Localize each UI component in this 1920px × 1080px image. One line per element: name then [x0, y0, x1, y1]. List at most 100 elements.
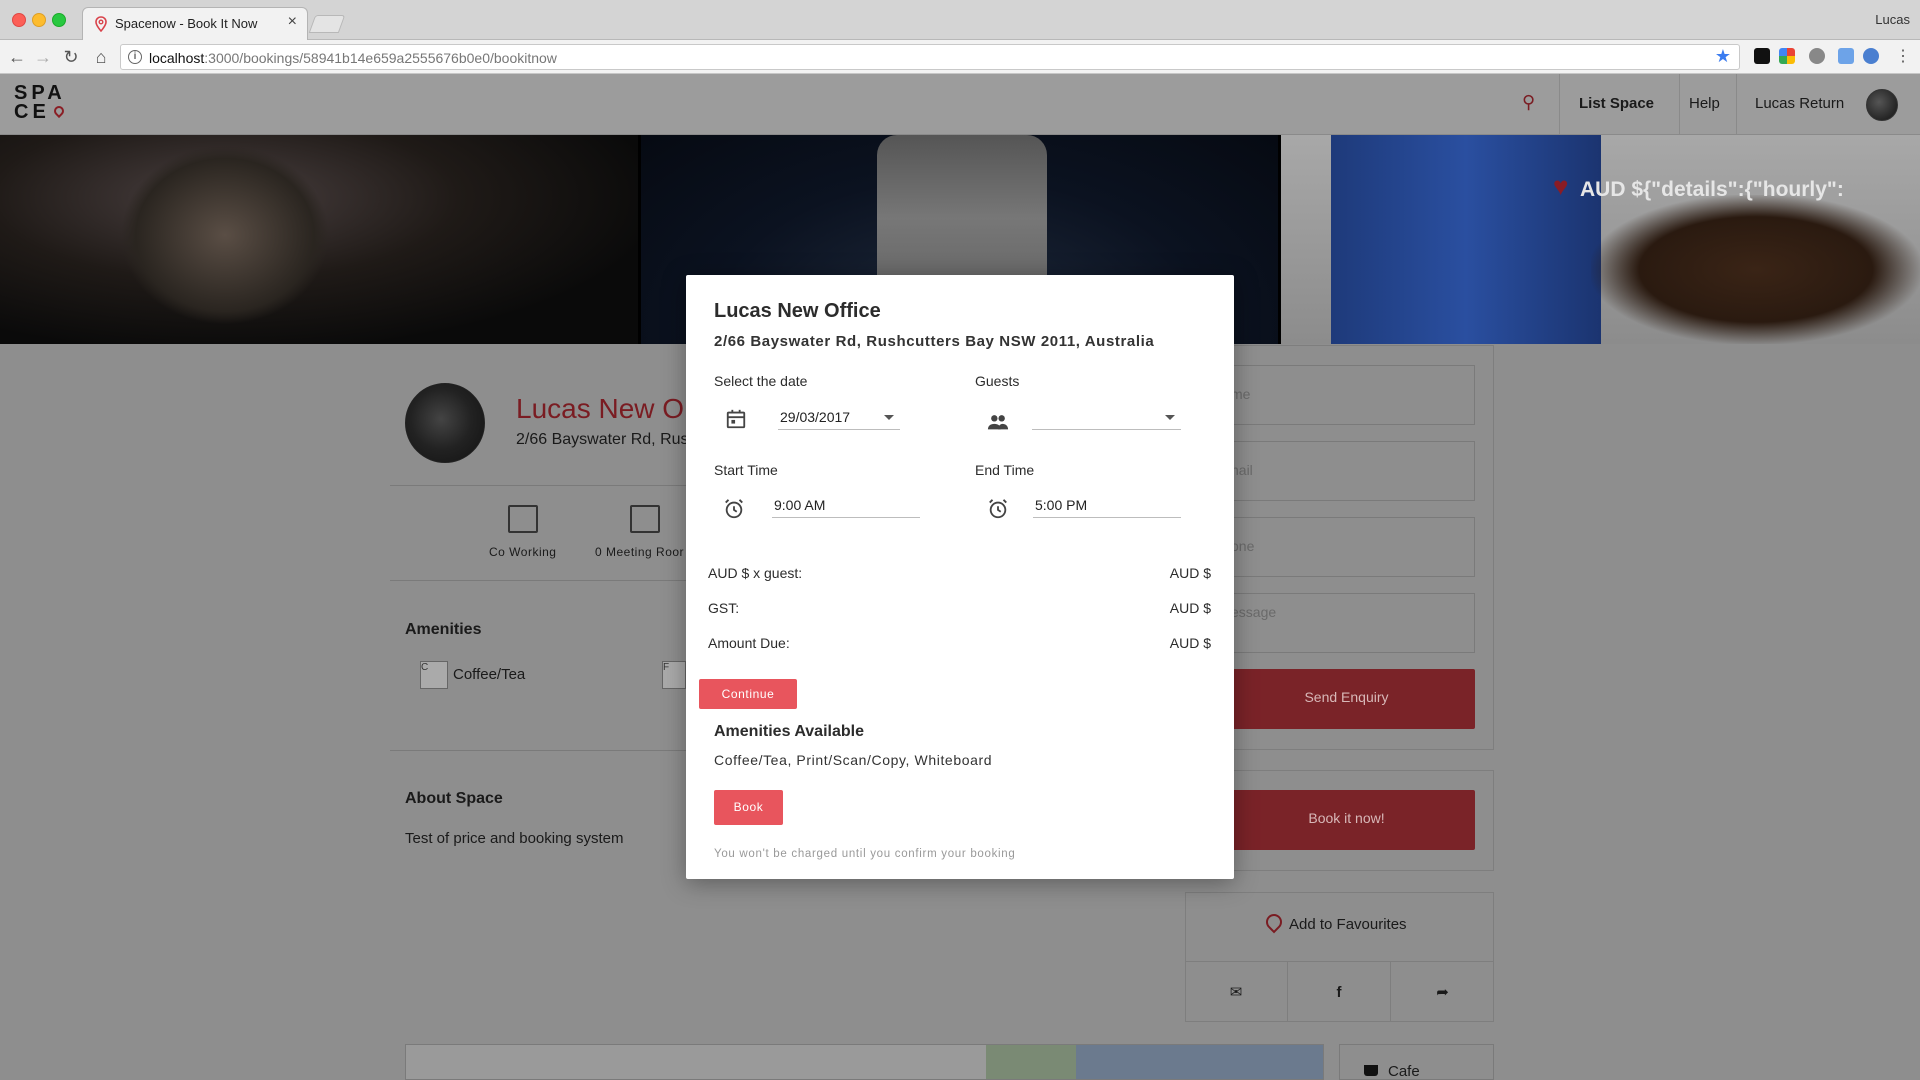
- extension-icon-3[interactable]: [1809, 48, 1825, 64]
- booking-note: You won't be charged until you confirm y…: [714, 848, 1016, 860]
- amenities-available-list: Coffee/Tea, Print/Scan/Copy, Whiteboard: [714, 752, 993, 768]
- reload-icon[interactable]: ↻: [60, 46, 82, 68]
- message-placeholder: essage: [1231, 604, 1277, 620]
- end-time-value: 5:00 PM: [1035, 497, 1088, 513]
- divider: [390, 580, 690, 581]
- header-divider: [1559, 74, 1560, 135]
- maximize-window-button[interactable]: [52, 13, 66, 27]
- back-arrow-icon[interactable]: ←: [6, 46, 28, 68]
- user-avatar[interactable]: [1866, 89, 1898, 121]
- end-time-label: End Time: [975, 462, 1035, 478]
- guests-select[interactable]: [1032, 406, 1181, 430]
- booking-modal: Lucas New Office 2/66 Bayswater Rd, Rush…: [686, 275, 1234, 879]
- browser-titlebar: Spacenow - Book It Now × Lucas: [0, 0, 1920, 40]
- url-host: localhost: [149, 50, 205, 66]
- email-placeholder: nail: [1231, 462, 1253, 478]
- browser-profile-name[interactable]: Lucas: [1875, 12, 1910, 27]
- location-map[interactable]: [405, 1044, 1324, 1080]
- extension-icon-5[interactable]: [1863, 48, 1879, 64]
- gst-row-value: AUD $: [1169, 600, 1211, 616]
- search-icon[interactable]: ⚲: [1522, 92, 1535, 113]
- user-menu-link[interactable]: Lucas Return: [1755, 95, 1844, 112]
- forward-arrow-icon[interactable]: →: [32, 46, 54, 68]
- site-info-icon[interactable]: i: [128, 50, 142, 64]
- continue-button[interactable]: Continue: [699, 679, 797, 709]
- host-avatar: [405, 383, 485, 463]
- cafe-label: Cafe: [1388, 1063, 1420, 1080]
- start-time-input[interactable]: 9:00 AM: [772, 494, 920, 518]
- gst-row: GST: AUD $: [708, 600, 1211, 616]
- start-time-value: 9:00 AM: [774, 497, 826, 513]
- message-field[interactable]: essage: [1218, 593, 1475, 653]
- heart-icon: ♥: [1553, 171, 1569, 201]
- divider: [390, 485, 690, 486]
- close-window-button[interactable]: [12, 13, 26, 27]
- guests-label: Guests: [975, 373, 1020, 389]
- extension-icon-1[interactable]: [1754, 48, 1770, 64]
- listing-title: Lucas New O: [516, 393, 685, 424]
- phone-field[interactable]: one: [1218, 517, 1475, 577]
- header-divider: [1679, 74, 1680, 135]
- site-header: SPA CE ⚲ List Space Help Lucas Return: [0, 74, 1920, 135]
- help-link[interactable]: Help: [1689, 95, 1720, 112]
- address-bar[interactable]: i localhost:3000/bookings/58941b14e659a2…: [120, 44, 1740, 70]
- tab-title: Spacenow - Book It Now: [115, 16, 258, 31]
- hero-image-3-beans: [1591, 195, 1920, 344]
- spacenow-logo[interactable]: SPA CE: [14, 83, 69, 126]
- modal-title: Lucas New Office: [714, 300, 881, 322]
- new-tab-button[interactable]: [308, 15, 346, 33]
- date-value: 29/03/2017: [780, 409, 851, 425]
- facebook-share-icon[interactable]: f: [1288, 961, 1391, 1022]
- alarm-clock-icon[interactable]: [723, 498, 745, 520]
- calendar-icon[interactable]: [725, 408, 747, 430]
- add-to-favourites-button[interactable]: Add to Favourites: [1289, 916, 1407, 933]
- date-label: Select the date: [714, 373, 808, 389]
- amenities-available-heading: Amenities Available: [714, 723, 864, 740]
- gst-row-label: GST:: [708, 600, 740, 616]
- extension-icon-2[interactable]: [1779, 48, 1795, 64]
- alarm-clock-icon[interactable]: [987, 498, 1009, 520]
- date-picker[interactable]: 29/03/2017: [778, 406, 900, 430]
- modal-address: 2/66 Bayswater Rd, Rushcutters Bay NSW 2…: [714, 333, 1155, 350]
- space-type-label: 0 Meeting Roor: [595, 545, 685, 559]
- browser-toolbar: ← → ↻ ⌂ i localhost:3000/bookings/58941b…: [0, 40, 1920, 74]
- email-field[interactable]: nail: [1218, 441, 1475, 501]
- book-it-now-button[interactable]: Book it now!: [1218, 790, 1475, 850]
- book-button[interactable]: Book: [714, 790, 783, 825]
- price-row-value: AUD $: [1169, 565, 1211, 581]
- end-time-input[interactable]: 5:00 PM: [1033, 494, 1181, 518]
- price-row-label: AUD $ x guest:: [708, 565, 803, 581]
- listing-address: 2/66 Bayswater Rd, Rus: [516, 431, 689, 448]
- tab-close-icon[interactable]: ×: [288, 13, 297, 31]
- chevron-down-icon: [884, 415, 894, 420]
- amenities-heading: Amenities: [405, 621, 482, 638]
- start-time-label: Start Time: [714, 462, 778, 478]
- chevron-down-icon: [1165, 415, 1175, 420]
- people-icon: [987, 415, 1009, 430]
- cafe-filter[interactable]: Cafe: [1339, 1044, 1494, 1080]
- about-text: Test of price and booking system: [405, 830, 624, 847]
- browser-menu-icon[interactable]: ⋮: [1892, 46, 1914, 68]
- url-path: :3000/bookings/58941b14e659a2555676b0e0/…: [204, 50, 557, 66]
- share-arrow-icon[interactable]: ➦: [1391, 961, 1494, 1022]
- send-enquiry-button[interactable]: Send Enquiry: [1218, 669, 1475, 729]
- browser-tab-active[interactable]: Spacenow - Book It Now ×: [82, 7, 308, 40]
- amenity-label: Coffee/Tea: [453, 666, 526, 683]
- hero-image-3-bag: [1331, 135, 1601, 344]
- location-pin-icon: [95, 16, 107, 32]
- amenity-image: F: [662, 661, 686, 689]
- coffee-cup-icon: [1364, 1065, 1378, 1076]
- extension-icon-4[interactable]: [1838, 48, 1854, 64]
- amount-due-value: AUD $: [1169, 635, 1211, 651]
- hero-image-3[interactable]: [1281, 135, 1920, 344]
- bookmark-star-icon[interactable]: ★: [1715, 46, 1731, 67]
- name-field[interactable]: me: [1218, 365, 1475, 425]
- email-share-icon[interactable]: ✉: [1185, 961, 1288, 1022]
- minimize-window-button[interactable]: [32, 13, 46, 27]
- hero-image-1-detail: [120, 145, 330, 325]
- phone-placeholder: one: [1231, 538, 1255, 554]
- hero-image-1[interactable]: [0, 135, 638, 344]
- home-icon[interactable]: ⌂: [90, 46, 112, 68]
- list-space-link[interactable]: List Space: [1579, 95, 1654, 112]
- header-divider: [1736, 74, 1737, 135]
